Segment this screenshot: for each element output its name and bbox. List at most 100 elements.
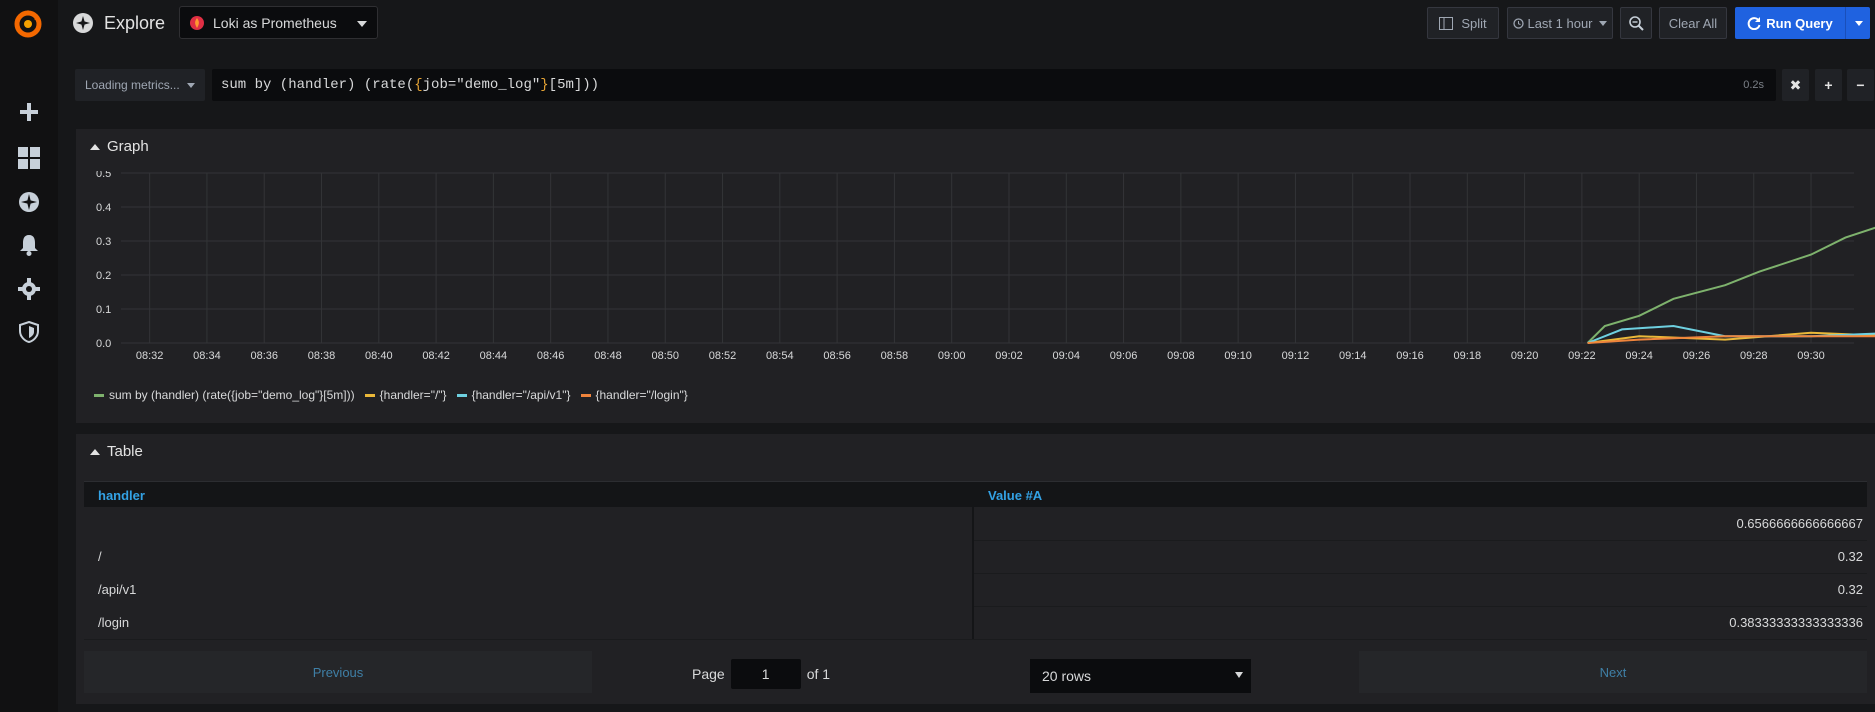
value-cell: 0.38333333333333336 <box>974 606 1867 639</box>
run-query-options[interactable] <box>1845 7 1871 39</box>
plus-icon[interactable] <box>17 100 41 124</box>
query-suffix: [5m])) <box>548 77 600 93</box>
metrics-picker[interactable]: Loading metrics... <box>75 69 205 101</box>
rows-per-page-value: 20 rows <box>1042 668 1092 684</box>
remove-row-button[interactable]: − <box>1847 69 1874 101</box>
metric-value: 0.32 <box>1837 582 1863 597</box>
graph-panel-toggle[interactable]: Graph <box>90 138 149 155</box>
run-query-button[interactable]: Run Query <box>1735 7 1870 39</box>
query-prefix: sum by (handler) (rate( <box>221 77 415 93</box>
query-duration: 0.2s <box>1743 79 1764 91</box>
x-tick-label: 09:14 <box>1339 350 1367 362</box>
table-header: handler Value #A <box>84 481 1867 507</box>
metric-value: 0.32 <box>1837 549 1863 564</box>
grafana-logo-icon[interactable] <box>12 8 44 40</box>
close-icon: ✖ <box>1789 76 1802 93</box>
handler-cell: /api/v1 <box>84 573 974 606</box>
series-line[interactable] <box>1586 182 1875 344</box>
value-cell: 0.32 <box>974 540 1867 573</box>
metric-value: 0.6566666666666667 <box>1736 516 1863 531</box>
x-tick-label: 08:32 <box>136 350 164 362</box>
metric-value: 0.38333333333333336 <box>1729 615 1863 630</box>
chevron-down-icon <box>1235 672 1243 678</box>
x-tick-label: 09:20 <box>1511 350 1539 362</box>
page-number-input[interactable]: 1 <box>730 659 801 689</box>
legend-item[interactable]: sum by (handler) (rate({job="demo_log"}[… <box>94 388 355 402</box>
x-tick-label: 09:10 <box>1224 350 1252 362</box>
legend-swatch <box>580 393 591 397</box>
line-chart[interactable]: 0.0 0.1 0.2 0.3 0.4 0.5 08:32 08:34 08:36 08:38 08… <box>76 171 1875 381</box>
datasource-name: Loki as Prometheus <box>213 15 337 31</box>
page-indicator: Page 1 of 1 <box>692 659 830 689</box>
handler-cell: /login <box>84 606 974 639</box>
collapse-caret-icon <box>90 448 100 455</box>
x-tick-label: 08:50 <box>651 350 679 362</box>
sidebar <box>0 0 58 712</box>
refresh-icon <box>1747 17 1761 30</box>
x-tick-label: 09:04 <box>1053 350 1081 362</box>
x-tick-label: 08:52 <box>709 350 737 362</box>
time-range-label: Last 1 hour <box>1527 15 1593 31</box>
query-brace-open: { <box>414 77 423 93</box>
x-tick-label: 08:42 <box>422 350 450 362</box>
x-tick-label: 09:08 <box>1167 350 1195 362</box>
shield-icon[interactable] <box>17 320 41 344</box>
x-tick-label: 09:16 <box>1396 350 1424 362</box>
x-tick-label: 09:00 <box>938 350 966 362</box>
table-pagination: Previous Page 1 of 1 20 rows Next <box>84 651 1867 693</box>
chevron-down-icon <box>187 83 195 88</box>
x-tick-label: 09:24 <box>1625 350 1653 362</box>
legend-item[interactable]: {handler="/"} <box>364 388 447 402</box>
previous-page-button[interactable]: Previous <box>84 651 592 693</box>
x-tick-label: 09:30 <box>1797 350 1825 362</box>
clock-icon <box>1513 17 1525 29</box>
remove-query-button[interactable]: ✖ <box>1782 69 1809 101</box>
add-query-button[interactable]: + <box>1815 69 1842 101</box>
query-input[interactable]: sum by (handler) (rate({job="demo_log"}[… <box>212 69 1776 101</box>
legend-label: {handler="/api/v1"} <box>471 388 571 402</box>
x-tick-label: 09:26 <box>1683 350 1711 362</box>
table-row: /api/v1 0.32 <box>84 573 1867 607</box>
y-tick-label: 0.3 <box>96 236 111 248</box>
y-tick-label: 0.0 <box>96 338 111 350</box>
y-tick-label: 0.1 <box>96 304 111 316</box>
time-range-picker[interactable]: Last 1 hour <box>1507 7 1613 39</box>
legend-swatch <box>94 393 104 397</box>
run-query-label: Run Query <box>1766 15 1833 31</box>
split-columns-icon <box>1439 16 1454 30</box>
column-header-handler[interactable]: handler <box>98 488 145 503</box>
value-cell: 0.32 <box>974 573 1867 606</box>
clear-all-button[interactable]: Clear All <box>1659 7 1727 39</box>
table-panel-toggle[interactable]: Table <box>90 443 143 460</box>
zoom-out-button[interactable] <box>1620 7 1652 39</box>
chevron-down-icon <box>1854 20 1863 26</box>
chevron-down-icon <box>357 21 367 27</box>
run-query-main[interactable]: Run Query <box>1735 7 1845 39</box>
page-label: Page <box>692 666 725 682</box>
page-count: of 1 <box>806 666 831 682</box>
dashboards-icon[interactable] <box>17 146 41 170</box>
next-page-button[interactable]: Next <box>1359 651 1867 693</box>
x-tick-label: 09:06 <box>1110 350 1138 362</box>
x-tick-label: 09:02 <box>995 350 1023 362</box>
alert-bell-icon[interactable] <box>17 233 41 257</box>
rows-per-page-select[interactable]: 20 rows <box>1030 659 1251 693</box>
series-line[interactable] <box>1587 331 1875 344</box>
column-header-value[interactable]: Value #A <box>988 488 1042 503</box>
y-tick-label: 0.5 <box>96 171 111 180</box>
legend-item[interactable]: {handler="/login"} <box>580 388 688 402</box>
metrics-picker-label: Loading metrics... <box>85 78 180 92</box>
query-brace-close: } <box>540 77 549 93</box>
handler-value: /api/v1 <box>98 582 137 597</box>
legend-label: sum by (handler) (rate({job="demo_log"}[… <box>109 388 355 402</box>
x-tick-label: 08:34 <box>193 350 221 362</box>
datasource-picker[interactable]: Loki as Prometheus <box>179 6 378 39</box>
explore-compass-icon[interactable] <box>17 190 41 214</box>
legend-item[interactable]: {handler="/api/v1"} <box>456 388 571 402</box>
chart-legend: sum by (handler) (rate({job="demo_log"}[… <box>94 388 688 402</box>
graph-panel: Graph 0.0 0.1 0.2 0.3 0.4 0.5 08:32 08:34 08:36 0… <box>76 129 1875 423</box>
split-button[interactable]: Split <box>1427 7 1499 39</box>
legend-label: {handler="/"} <box>379 388 447 402</box>
table-panel: Table handler Value #A 0.656666666666666… <box>76 434 1875 704</box>
gear-icon[interactable] <box>17 277 41 301</box>
